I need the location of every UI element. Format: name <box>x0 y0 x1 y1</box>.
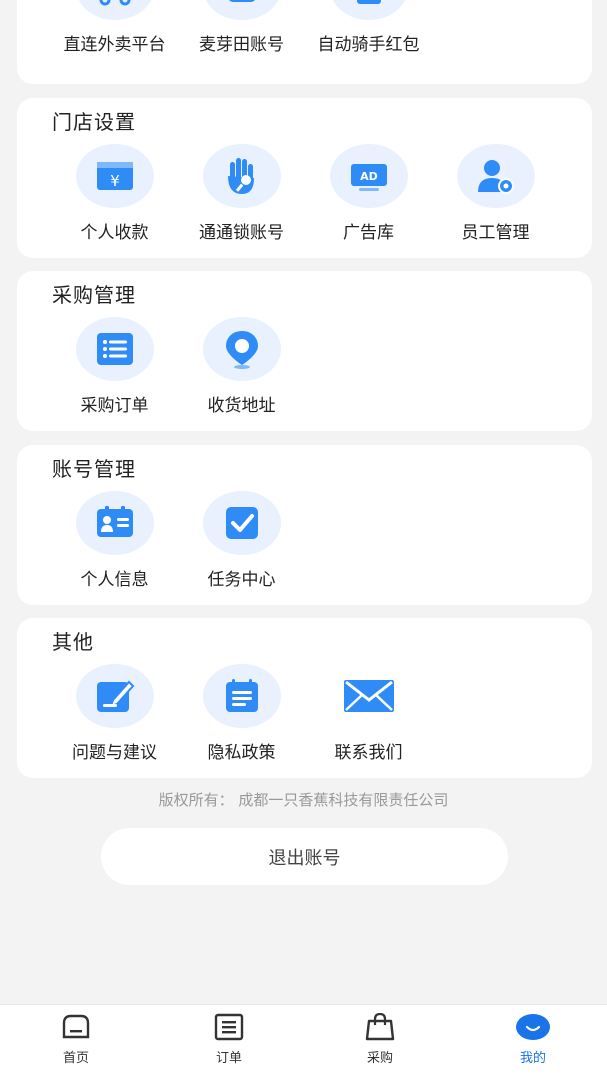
feedback-item[interactable]: 问题与建议 <box>51 664 178 763</box>
quick-services-card: 直连外卖平台 麦芽田账号 ¥ 自动骑手红包 <box>17 0 592 84</box>
item-label: 个人信息 <box>80 570 149 590</box>
tab-label: 首页 <box>62 1051 89 1066</box>
item-label: 通通锁账号 <box>199 223 284 243</box>
profile-icon <box>516 1014 550 1040</box>
item-label: 问题与建议 <box>72 743 157 763</box>
item-label: 联系我们 <box>334 743 403 763</box>
item-label: 自动骑手红包 <box>317 35 420 55</box>
copyright-text: 版权所有： 成都一只香蕉科技有限责任公司 <box>158 791 449 809</box>
check-box-icon <box>202 491 281 555</box>
logout-button[interactable]: 退出账号 <box>101 828 508 885</box>
other-card: 其他 问题与建议 隐私政策 联系我们 <box>17 618 592 778</box>
tab-label: 采购 <box>366 1051 393 1066</box>
purchase-orders-item[interactable]: 采购订单 <box>51 317 178 416</box>
item-label: 采购订单 <box>80 396 149 416</box>
section-title: 采购管理 <box>52 283 136 307</box>
staff-settings-icon <box>456 144 535 208</box>
item-label: 直连外卖平台 <box>63 35 166 55</box>
item-label: 任务中心 <box>207 570 276 590</box>
ad-library-item[interactable]: AD 广告库 <box>305 144 432 243</box>
contact-us-item[interactable]: 联系我们 <box>305 664 432 763</box>
item-label: 隐私政策 <box>207 743 276 763</box>
section-title: 门店设置 <box>52 110 136 134</box>
bottom-tab-bar: 首页 订单 采购 我的 <box>0 1004 607 1081</box>
tab-home[interactable]: 首页 <box>36 1013 116 1066</box>
privacy-policy-item[interactable]: 隐私政策 <box>178 664 305 763</box>
feedback-edit-icon <box>75 664 154 728</box>
section-title: 账号管理 <box>52 457 136 481</box>
purchase-management-card: 采购管理 采购订单 收货地址 <box>17 271 592 431</box>
item-label: 广告库 <box>343 223 394 243</box>
section-title: 其他 <box>52 630 94 654</box>
item-label: 麦芽田账号 <box>199 35 284 55</box>
tab-purchase[interactable]: 采购 <box>340 1012 420 1066</box>
item-label: 个人收款 <box>80 223 149 243</box>
rider-red-packet-item[interactable]: ¥ 自动骑手红包 <box>305 0 432 55</box>
tongtong-lock-account-item[interactable]: 通通锁账号 <box>178 144 305 243</box>
tab-label: 订单 <box>215 1051 242 1066</box>
tab-label: 我的 <box>519 1051 546 1066</box>
maiyatian-account-item[interactable]: 麦芽田账号 <box>178 0 305 55</box>
home-icon <box>62 1014 90 1039</box>
shopping-bag-icon <box>365 1012 395 1041</box>
direct-delivery-platform-item[interactable]: 直连外卖平台 <box>51 0 178 55</box>
task-center-item[interactable]: 任务中心 <box>178 491 305 590</box>
staff-management-item[interactable]: 员工管理 <box>432 144 559 243</box>
personal-info-item[interactable]: 个人信息 <box>51 491 178 590</box>
list-icon <box>75 317 154 381</box>
rider-red-packet-icon: ¥ <box>329 0 408 20</box>
item-label: 收货地址 <box>207 396 276 416</box>
maiyatian-account-icon <box>202 0 281 20</box>
location-pin-icon <box>202 317 281 381</box>
mail-icon <box>330 664 408 728</box>
orders-icon <box>214 1013 244 1041</box>
svg-text:AD: AD <box>360 170 378 183</box>
payment-card-icon: ¥ <box>75 144 154 208</box>
store-settings-card: 门店设置 ¥ 个人收款 通通锁账号 AD 广告库 员工管理 <box>17 98 592 258</box>
delivery-address-item[interactable]: 收货地址 <box>178 317 305 416</box>
id-card-icon <box>75 491 154 555</box>
tab-profile[interactable]: 我的 <box>493 1013 573 1066</box>
tab-orders[interactable]: 订单 <box>189 1013 269 1066</box>
ad-icon: AD <box>329 144 408 208</box>
hand-key-icon <box>202 144 281 208</box>
account-management-card: 账号管理 个人信息 任务中心 <box>17 445 592 605</box>
delivery-platform-icon <box>75 0 154 20</box>
document-icon <box>202 664 281 728</box>
personal-payment-item[interactable]: ¥ 个人收款 <box>51 144 178 243</box>
svg-text:¥: ¥ <box>110 172 120 190</box>
item-label: 员工管理 <box>461 223 530 243</box>
